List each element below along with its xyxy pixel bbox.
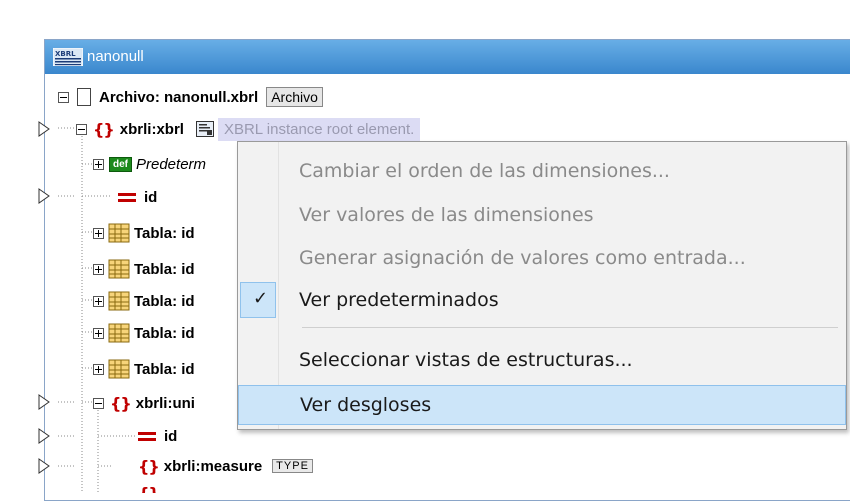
component-title: nanonull [87,48,144,65]
tree-row-table[interactable]: Tabla: id [93,218,195,248]
table-label: Tabla: id [134,292,195,310]
menu-separator [302,327,838,328]
expand-toggle[interactable] [93,295,104,307]
root-element-label: xbrli:xbrl [119,120,184,138]
element-icon: {} [138,484,159,493]
expand-toggle[interactable] [93,363,104,375]
id-label: id [144,188,158,206]
table-icon [108,259,130,279]
tree-row-root[interactable]: {} xbrli:xbrl XBRL instance root element… [76,114,421,144]
input-port[interactable] [38,121,50,137]
table-label: Tabla: id [134,260,195,278]
svg-text:XBRL: XBRL [55,50,76,58]
annotation-icon[interactable] [195,121,214,137]
menu-item-view-dimension-values[interactable]: Ver valores de las dimensiones [238,195,846,235]
unit-id-label: id [164,427,178,445]
attribute-icon [118,191,136,203]
input-port[interactable] [38,188,50,204]
tree-row-table[interactable]: Tabla: id [93,318,195,348]
tree-row-default[interactable]: def Predeterm [93,149,206,179]
element-icon: {} [93,119,115,139]
tree-row-unit[interactable]: {} xbrli:uni [93,388,195,418]
context-menu: Cambiar el orden de las dimensiones... V… [237,141,847,430]
table-label: Tabla: id [134,324,195,342]
menu-item-view-breakdowns[interactable]: Ver desgloses [238,385,846,425]
element-icon: {} [138,456,160,476]
attribute-icon [138,430,156,442]
table-icon [108,223,130,243]
expand-toggle[interactable] [93,227,104,239]
root-annotation: XBRL instance root element. [217,117,421,141]
menu-item-reorder-dimensions[interactable]: Cambiar el orden de las dimensiones... [238,151,846,191]
tree-row-table[interactable]: Tabla: id [93,286,195,316]
component-title-bar[interactable]: XBRL nanonull [45,40,850,74]
tree-row-file[interactable]: Archivo: nanonull.xbrl Archivo [58,82,323,112]
tree-row-id[interactable]: id [118,182,157,212]
mapping-canvas: XBRL nanonull Archivo: nanonull.xbrl Arc… [0,0,850,501]
input-port[interactable] [38,428,50,444]
measure-label: xbrli:measure [163,457,263,475]
table-icon [108,323,130,343]
unit-label: xbrli:uni [135,394,195,412]
table-icon [108,359,130,379]
tree-row-table[interactable]: Tabla: id [93,354,195,384]
type-button[interactable]: TYPE [272,459,313,473]
tree-row-measure[interactable]: {} xbrli:measure TYPE [138,451,313,481]
table-icon [108,291,130,311]
table-label: Tabla: id [134,224,195,242]
collapse-toggle[interactable] [58,91,69,103]
collapse-toggle[interactable] [76,123,87,135]
xbrl-file-icon: XBRL [53,48,83,66]
input-port[interactable] [38,394,50,410]
element-icon: {} [110,393,132,413]
checkmark-icon: ✓ [253,288,269,309]
file-label: Archivo: nanonull.xbrl [99,88,259,106]
file-button[interactable]: Archivo [266,87,323,107]
expand-toggle[interactable] [93,327,104,339]
file-icon [77,88,91,106]
menu-item-view-defaults[interactable]: ✓ Ver predeterminados [238,280,846,320]
tree-row-cutoff: {} [138,484,159,493]
def-icon: def [109,156,132,172]
expand-toggle[interactable] [93,263,104,275]
expand-toggle[interactable] [93,158,104,170]
table-label: Tabla: id [134,360,195,378]
tree-row-unit-id[interactable]: id [138,421,177,451]
default-label: Predeterm [136,155,207,173]
collapse-toggle[interactable] [93,397,104,409]
tree-row-table[interactable]: Tabla: id [93,254,195,284]
menu-item-generate-value-mapping[interactable]: Generar asignación de valores como entra… [238,238,846,278]
input-port[interactable] [38,458,50,474]
menu-item-select-structure-views[interactable]: Seleccionar vistas de estructuras... [238,340,846,380]
